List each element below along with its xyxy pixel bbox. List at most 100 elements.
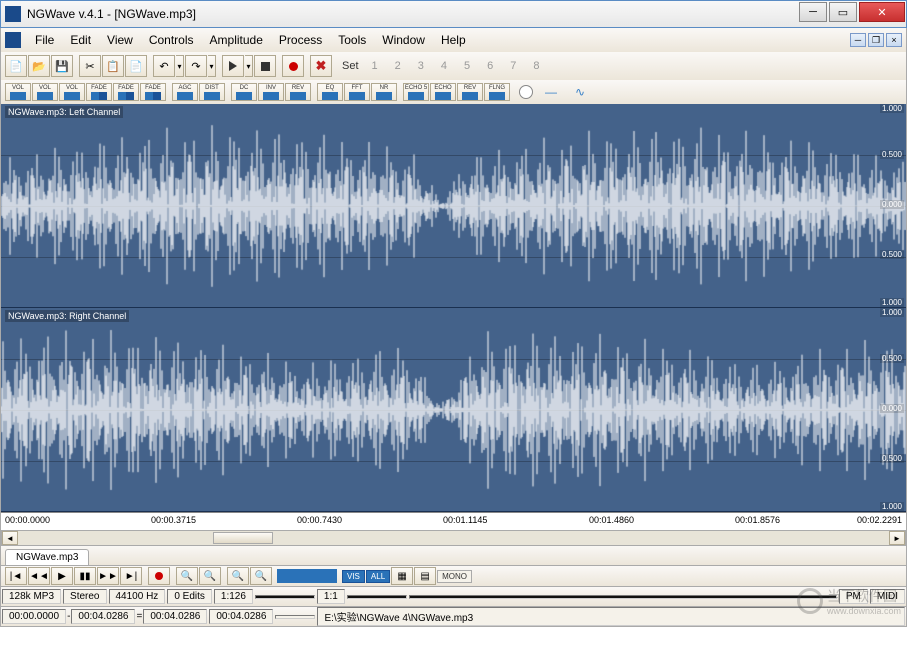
wave-shape-line[interactable]: — (537, 85, 565, 99)
fx-vol-set[interactable]: VOL (59, 83, 85, 101)
mdi-restore-button[interactable]: ❐ (868, 33, 884, 47)
fx-nr[interactable]: NR (371, 83, 397, 101)
fx-rev[interactable]: REV (285, 83, 311, 101)
scroll-left-button[interactable]: ◄ (2, 531, 18, 545)
all-badge[interactable]: ALL (366, 570, 390, 583)
menu-edit[interactable]: Edit (62, 31, 99, 49)
set-6[interactable]: 6 (479, 60, 501, 72)
status-time-start: 00:00.0000 (2, 609, 66, 624)
window-maximize-button[interactable]: ▭ (829, 2, 857, 22)
undo-dropdown[interactable]: ▾ (176, 55, 184, 77)
left-waveform-canvas[interactable] (1, 104, 906, 308)
status-edits: 0 Edits (167, 589, 212, 604)
fx-fade-custom[interactable]: FADE (140, 83, 166, 101)
transport-start[interactable]: |◄ (5, 567, 27, 585)
clock-icon[interactable] (519, 85, 533, 99)
play-button[interactable] (222, 55, 244, 77)
mdi-minimize-button[interactable]: ─ (850, 33, 866, 47)
set-5[interactable]: 5 (456, 60, 478, 72)
tab-ngwave[interactable]: NGWave.mp3 (5, 549, 89, 565)
menu-tools[interactable]: Tools (330, 31, 374, 49)
window-minimize-button[interactable]: ─ (799, 2, 827, 22)
status-ratio2: 1:1 (317, 589, 345, 604)
transport-forward[interactable]: ►► (97, 567, 119, 585)
zoom-sel-button[interactable]: 🔍 (227, 567, 249, 585)
fx-vol-up[interactable]: VOL (5, 83, 31, 101)
menu-process[interactable]: Process (271, 31, 330, 49)
amp-label: 0.500 (880, 150, 904, 159)
menu-amplitude[interactable]: Amplitude (202, 31, 271, 49)
undo-button[interactable]: ↶ (153, 55, 175, 77)
record-button[interactable] (282, 55, 304, 77)
fx-eq[interactable]: EQ (317, 83, 343, 101)
scroll-track[interactable] (18, 531, 889, 545)
menu-controls[interactable]: Controls (141, 31, 202, 49)
transport-record[interactable] (148, 567, 170, 585)
time-tick: 00:00.0000 (5, 515, 50, 525)
fx-flng[interactable]: FLNG (484, 83, 510, 101)
scroll-right-button[interactable]: ► (889, 531, 905, 545)
status-time-dur: 00:04.0286 (143, 609, 207, 624)
zoom-slider[interactable] (277, 569, 337, 583)
fx-echo[interactable]: ECHO (430, 83, 456, 101)
fx-fade-in[interactable]: FADE (86, 83, 112, 101)
set-4[interactable]: 4 (433, 60, 455, 72)
fx-reverb[interactable]: REV (457, 83, 483, 101)
set-label: Set (338, 60, 363, 72)
redo-button[interactable]: ↷ (185, 55, 207, 77)
fx-inv[interactable]: INV (258, 83, 284, 101)
right-channel[interactable]: NGWave.mp3: Right Channel 1.000 0.500 0.… (1, 308, 906, 512)
menu-view[interactable]: View (99, 31, 141, 49)
transport-play[interactable]: ▶ (51, 567, 73, 585)
cut-button[interactable]: ✂ (79, 55, 101, 77)
left-channel[interactable]: NGWave.mp3: Left Channel 1.000 0.500 0.0… (1, 104, 906, 308)
fx-dc[interactable]: DC (231, 83, 257, 101)
fx-echo5[interactable]: ECHO 5 (403, 83, 429, 101)
redo-dropdown[interactable]: ▾ (208, 55, 216, 77)
transport-pause[interactable]: ▮▮ (74, 567, 96, 585)
delete-button[interactable]: ✖ (310, 55, 332, 77)
fx-vol-down[interactable]: VOL (32, 83, 58, 101)
menu-file[interactable]: File (27, 31, 62, 49)
zoom-fit-button[interactable]: 🔍 (250, 567, 272, 585)
transport-end[interactable]: ►| (120, 567, 142, 585)
set-2[interactable]: 2 (387, 60, 409, 72)
set-1[interactable]: 1 (364, 60, 386, 72)
fx-agc[interactable]: AGC (172, 83, 198, 101)
amp-label: 0.500 (880, 454, 904, 463)
mono-badge[interactable]: MONO (437, 570, 472, 583)
wave-shape-sine[interactable]: ∿ (566, 85, 594, 99)
copy-button[interactable]: 📋 (102, 55, 124, 77)
status-meter1 (255, 595, 315, 599)
zoom-in-button[interactable]: 🔍 (199, 567, 221, 585)
vis-badge[interactable]: VIS (342, 570, 365, 583)
horizontal-scrollbar[interactable]: ◄ ► (1, 530, 906, 546)
new-button[interactable]: 📄 (5, 55, 27, 77)
menu-help[interactable]: Help (433, 31, 474, 49)
open-button[interactable]: 📂 (28, 55, 50, 77)
fx-fft[interactable]: FFT (344, 83, 370, 101)
set-7[interactable]: 7 (502, 60, 524, 72)
set-3[interactable]: 3 (410, 60, 432, 72)
right-waveform-canvas[interactable] (1, 308, 906, 512)
zoom-out-button[interactable]: 🔍 (176, 567, 198, 585)
fx-dist[interactable]: DIST (199, 83, 225, 101)
save-button[interactable]: 💾 (51, 55, 73, 77)
paste-button[interactable]: 📄 (125, 55, 147, 77)
stop-button[interactable] (254, 55, 276, 77)
set-8[interactable]: 8 (525, 60, 547, 72)
status-meter2 (347, 595, 407, 599)
grid-button[interactable]: ▦ (391, 567, 413, 585)
settings-button[interactable]: ▤ (414, 567, 436, 585)
watermark: 当下软件园 www.downxia.com (797, 586, 901, 616)
timeline[interactable]: 00:00.0000 00:00.3715 00:00.7430 00:01.1… (1, 512, 906, 530)
play-dropdown[interactable]: ▾ (245, 55, 253, 77)
transport-rewind[interactable]: ◄◄ (28, 567, 50, 585)
menu-window[interactable]: Window (374, 31, 433, 49)
fx-fade-out[interactable]: FADE (113, 83, 139, 101)
scroll-thumb[interactable] (213, 532, 273, 544)
window-close-button[interactable]: ✕ (859, 2, 905, 22)
mdi-close-button[interactable]: × (886, 33, 902, 47)
status-time-total: 00:04.0286 (209, 609, 273, 624)
amp-label: 1.000 (880, 502, 904, 511)
